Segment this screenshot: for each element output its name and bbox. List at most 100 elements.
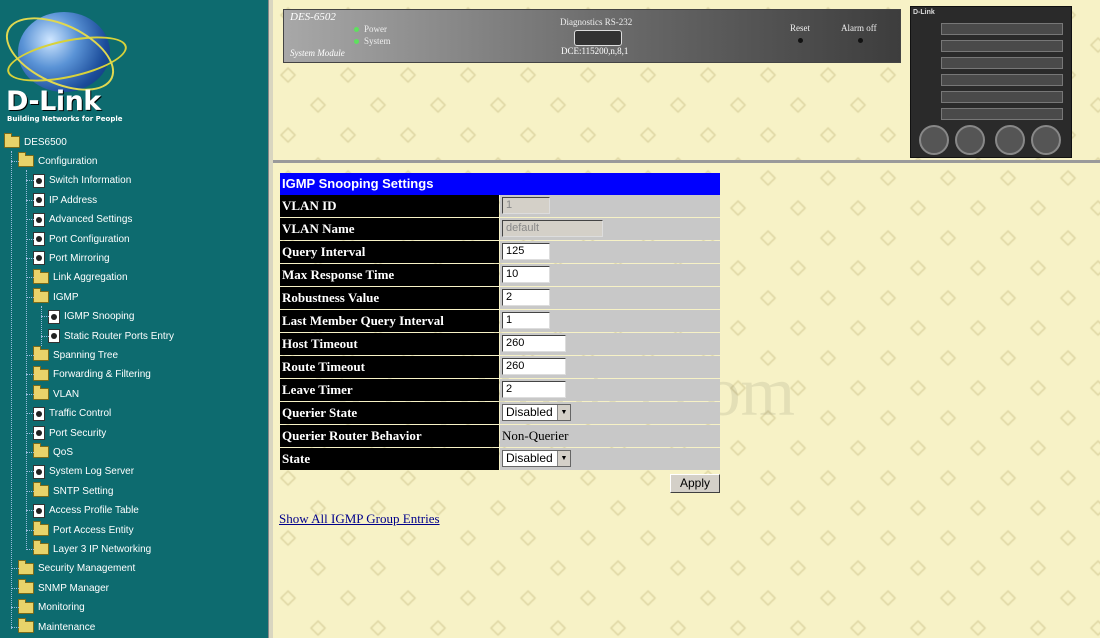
tree-item-spanning-tree[interactable]: Spanning Tree — [33, 346, 118, 365]
query-interval-input[interactable]: 125 — [502, 243, 550, 260]
folder-icon — [33, 443, 49, 459]
tree-item-traffic-control[interactable]: Traffic Control — [33, 404, 111, 423]
device-model: DES-6502 — [290, 11, 336, 23]
tree-connector — [26, 277, 34, 279]
tree-item-layer-3-ip-networking[interactable]: Layer 3 IP Networking — [33, 540, 151, 559]
tree-connector — [26, 432, 34, 434]
tree-item-port-configuration[interactable]: Port Configuration — [33, 230, 130, 249]
last-member-query-interval-label: Last Member Query Interval — [280, 310, 499, 332]
table-row: Robustness Value 2 — [280, 287, 720, 310]
folder-open-icon — [4, 133, 20, 149]
tree-connector — [26, 374, 34, 376]
system-label: System — [364, 36, 391, 46]
robustness-value-input[interactable]: 2 — [502, 289, 550, 306]
system-module-panel: DES-6502 Power System System Module Diag… — [283, 9, 901, 63]
tree-connector — [41, 335, 49, 337]
reset-label: Reset — [790, 23, 810, 33]
tree-item-switch-information[interactable]: Switch Information — [33, 171, 131, 190]
leave-timer-input[interactable]: 2 — [502, 381, 566, 398]
show-all-igmp-group-entries-link[interactable]: Show All IGMP Group Entries — [279, 511, 440, 527]
chassis-slot — [941, 91, 1063, 103]
system-module-label: System Module — [290, 48, 345, 58]
querier-state-label: Querier State — [280, 402, 499, 424]
folder-icon — [33, 268, 49, 284]
tree-item-maintenance[interactable]: Maintenance — [18, 617, 95, 637]
tree-item-port-security[interactable]: Port Security — [33, 424, 106, 443]
table-row: Max Response Time 10 — [280, 264, 720, 287]
tree-item-forwarding-filtering[interactable]: Forwarding & Filtering — [33, 365, 151, 384]
tree-item-label: Port Configuration — [49, 233, 130, 245]
tree-item-link-aggregation[interactable]: Link Aggregation — [33, 268, 128, 287]
querier-state-select[interactable]: Disabled ▼ — [502, 404, 571, 421]
folder-icon — [33, 365, 49, 381]
tree-connector — [11, 607, 19, 609]
page-icon — [33, 212, 45, 227]
table-row: VLAN Name default — [280, 218, 720, 241]
fan-icon — [995, 125, 1025, 155]
tree-item-monitoring[interactable]: Monitoring — [18, 598, 85, 617]
tree-connector — [26, 355, 34, 356]
tree-item-vlan[interactable]: VLAN — [33, 385, 79, 404]
tree-connector — [26, 199, 34, 201]
tree-item-configuration[interactable]: Configuration — [18, 152, 97, 171]
page-icon — [33, 464, 45, 479]
tree-item-static-router-ports-entry[interactable]: Static Router Ports Entry — [48, 327, 174, 346]
folder-icon — [18, 559, 34, 575]
chevron-down-icon[interactable]: ▼ — [557, 405, 570, 420]
tree-item-label: Port Security — [49, 427, 107, 439]
folder-icon — [33, 540, 49, 556]
route-timeout-input[interactable]: 260 — [502, 358, 566, 375]
tree-item-sntp-setting[interactable]: SNTP Setting — [33, 482, 113, 501]
last-member-query-interval-input[interactable]: 1 — [502, 312, 550, 329]
page-icon — [33, 406, 45, 421]
state-select[interactable]: Disabled ▼ — [502, 450, 571, 467]
chevron-down-icon[interactable]: ▼ — [557, 451, 570, 466]
folder-icon — [18, 579, 34, 595]
alarm-off-button[interactable] — [858, 38, 863, 43]
sidebar: D-Link Building Networks for People DES6… — [0, 0, 268, 638]
tree-item-label: System Log Server — [49, 466, 135, 478]
tree-item-security-management[interactable]: Security Management — [18, 559, 135, 578]
tree-item-port-access-entity[interactable]: Port Access Entity — [33, 520, 134, 540]
tree-connector — [26, 471, 34, 473]
page-icon — [48, 309, 60, 324]
dlink-logo: D-Link Building Networks for People — [0, 0, 131, 130]
folder-icon — [18, 152, 34, 168]
page-icon — [33, 251, 45, 266]
tree-item-port-mirroring[interactable]: Port Mirroring — [33, 249, 110, 268]
max-response-time-input[interactable]: 10 — [502, 266, 550, 283]
page-icon — [33, 231, 45, 246]
reset-button[interactable] — [798, 38, 803, 43]
tree-item-label: SNTP Setting — [53, 485, 114, 497]
tree-item-label: Configuration — [38, 156, 98, 167]
table-row: State Disabled ▼ — [280, 448, 720, 471]
host-timeout-input[interactable]: 260 — [502, 335, 566, 352]
tree-connector — [26, 258, 34, 259]
tree-item-label: Traffic Control — [49, 408, 112, 420]
tree-connector — [41, 316, 49, 318]
tree-item-igmp[interactable]: IGMP — [33, 288, 79, 307]
tree-item-ip-address[interactable]: IP Address — [33, 191, 97, 210]
tree-connector — [26, 219, 34, 221]
folder-icon — [33, 346, 49, 362]
apply-button[interactable]: Apply — [670, 474, 720, 493]
page-icon — [33, 503, 45, 518]
folder-icon — [33, 520, 49, 536]
tree-item-qos[interactable]: QoS — [33, 443, 73, 462]
tree-item-igmp-snooping[interactable]: IGMP Snooping — [48, 307, 134, 326]
tree-item-advanced-settings[interactable]: Advanced Settings — [33, 210, 132, 229]
tree-item-snmp-manager[interactable]: SNMP Manager — [18, 579, 109, 598]
tree-item-label: Port Mirroring — [49, 253, 110, 264]
tree-root[interactable]: DES6500 — [4, 133, 67, 152]
max-response-time-label: Max Response Time — [280, 264, 499, 286]
tree-item-label: Access Profile Table — [49, 505, 139, 517]
tree-connector — [26, 413, 34, 415]
table-row: Host Timeout 260 — [280, 333, 720, 356]
folder-icon — [33, 385, 49, 401]
page-icon — [33, 173, 45, 188]
leave-timer-label: Leave Timer — [280, 379, 499, 401]
tree-item-access-profile-table[interactable]: Access Profile Table — [33, 501, 139, 520]
chassis-image: D-Link — [910, 6, 1072, 158]
tree-item-system-log-server[interactable]: System Log Server — [33, 462, 134, 481]
tree-item-label: Link Aggregation — [53, 272, 128, 284]
